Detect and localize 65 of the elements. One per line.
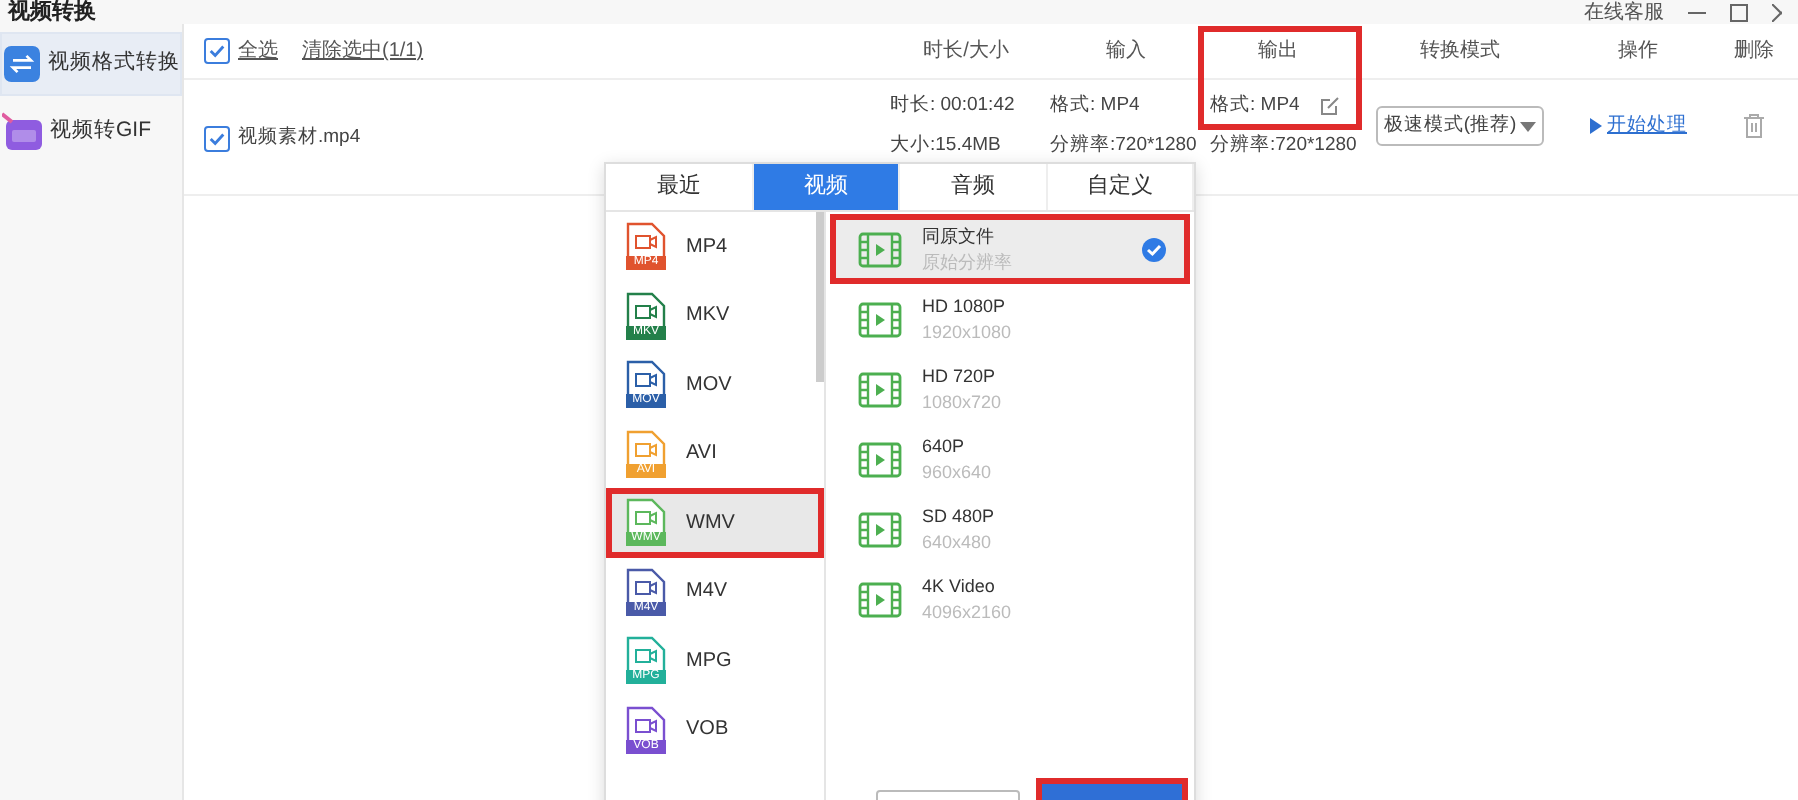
preset-label: HD 720P: [922, 363, 998, 389]
format-label: VOB: [686, 716, 729, 745]
input-resolution-text: 分辨率:720*1280: [1050, 132, 1199, 161]
format-label: M4V: [686, 578, 728, 607]
tab[interactable]: 自定义: [1047, 164, 1194, 210]
caret-icon: [1520, 121, 1537, 132]
preset-label: 同原文件: [922, 223, 996, 249]
input-format-text: 格式: MP4: [1050, 92, 1142, 120]
format-label: MKV: [686, 302, 730, 331]
support-link[interactable]: 在线客服: [1584, 2, 1664, 24]
preset-label: SD 480P: [922, 503, 995, 529]
sidebar-label: 视频转GIF: [50, 116, 151, 147]
check-icon: [1142, 237, 1166, 261]
preset-item[interactable]: SD 480P 640x480: [830, 494, 1190, 564]
column-header: 操作: [1616, 38, 1660, 66]
mode-dropdown[interactable]: 极速模式(推荐): [1375, 106, 1545, 147]
sidebar-label: 视频格式转换: [48, 48, 180, 79]
preset-item[interactable]: HD 1080P 1920x1080: [830, 284, 1190, 354]
start-link[interactable]: 开始处理: [1607, 112, 1687, 141]
checkbox[interactable]: [204, 125, 230, 152]
preset-detail: 4096x2160: [922, 599, 1012, 625]
preset-detail: 640x480: [922, 529, 994, 555]
duration-text: 时长: 00:01:42: [890, 92, 1017, 120]
tab[interactable]: 音频: [900, 164, 1047, 210]
format-label: AVI: [686, 440, 717, 469]
format-label: MPG: [686, 647, 732, 676]
play-icon: [1589, 118, 1601, 135]
output-resolution-text: 分辨率:720*1280: [1210, 132, 1354, 161]
trash-icon[interactable]: [1744, 114, 1764, 139]
preset-item[interactable]: 640P 960x640: [830, 424, 1190, 494]
output-format-text: 格式: MP4: [1210, 92, 1300, 120]
column-header: 删除: [1732, 38, 1776, 66]
edit-icon[interactable]: [1319, 96, 1340, 117]
format-label: MP4: [686, 233, 728, 262]
film-icon: [858, 301, 902, 337]
preset-label: 640P: [922, 433, 967, 459]
maximize-icon[interactable]: [1730, 4, 1748, 22]
preset-label: 4K Video: [922, 573, 997, 599]
column-header: 输入: [1104, 37, 1148, 66]
minimize-icon[interactable]: [1688, 11, 1706, 15]
preset-item[interactable]: 4K Video 4096x2160: [830, 564, 1190, 634]
sidebar-item[interactable]: 视频转GIF: [0, 100, 182, 164]
film-icon: [858, 371, 902, 407]
swap-icon: [4, 44, 40, 84]
preset-detail: 960x640: [922, 459, 992, 485]
preset-label: HD 1080P: [922, 293, 1008, 319]
column-header: 输出: [1256, 37, 1300, 66]
tab[interactable]: 视频: [753, 164, 900, 210]
film-icon: [858, 581, 902, 617]
film-icon: [858, 441, 902, 477]
column-header: 转换模式: [1418, 37, 1502, 66]
select-all-link[interactable]: 全选: [238, 36, 278, 66]
preset-detail: 1080x720: [922, 389, 1002, 415]
preset-item[interactable]: HD 720P 1080x720: [830, 354, 1190, 424]
size-text: 大小:15.4MB: [890, 132, 1003, 161]
format-label: WMV: [686, 509, 735, 538]
clear-selection-link[interactable]: 清除选中(1/1): [302, 36, 424, 66]
sidebar-item[interactable]: 视频格式转换: [0, 32, 182, 96]
preset-detail: 1920x1080: [922, 319, 1012, 345]
film-icon: [858, 511, 902, 547]
format-label: MOV: [686, 371, 732, 400]
column-header: 时长/大小: [921, 37, 1011, 66]
checkbox[interactable]: [204, 38, 230, 64]
film-icon: [858, 231, 902, 267]
file-name: 视频素材.mp4: [238, 124, 361, 152]
